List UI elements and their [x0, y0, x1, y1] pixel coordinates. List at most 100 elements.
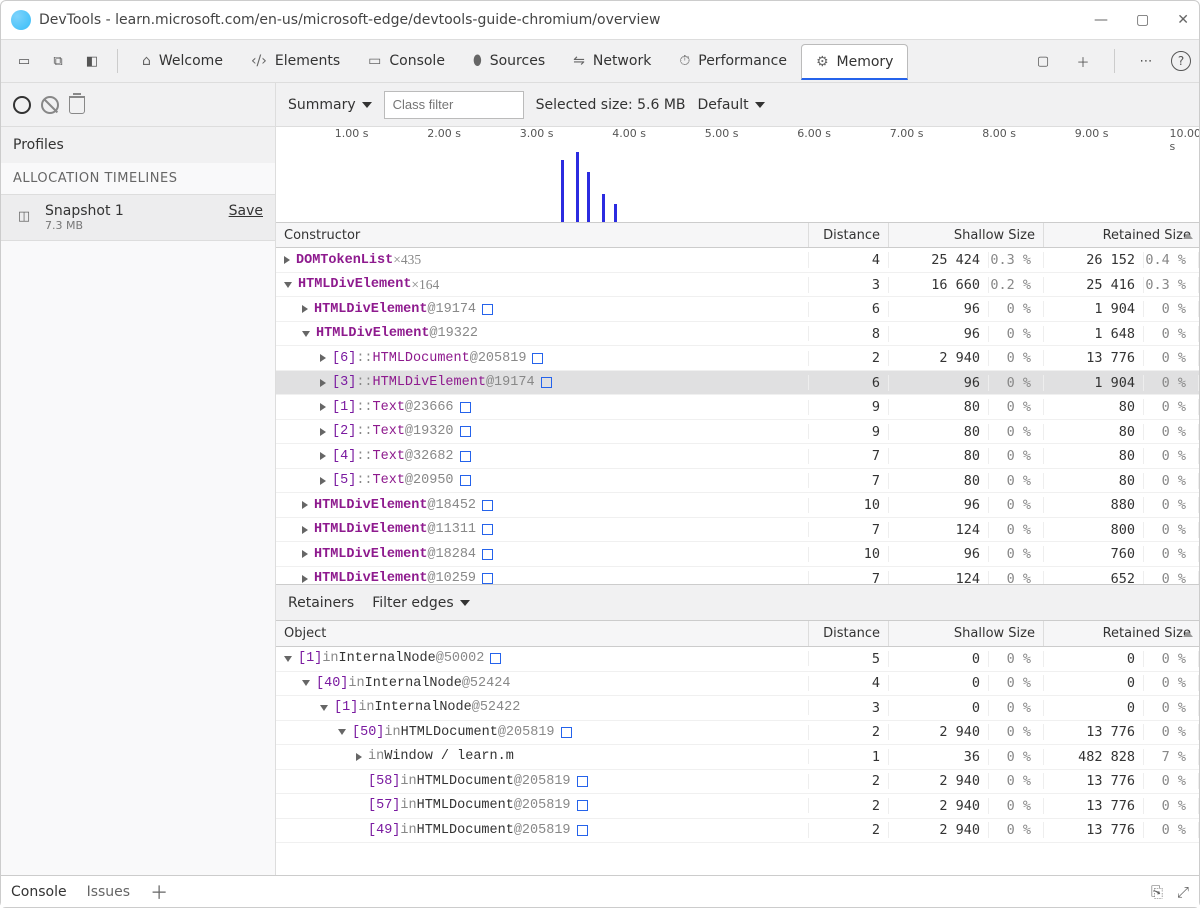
snapshot-item[interactable]: ◫ Snapshot 1 7.3 MB Save: [1, 194, 275, 241]
record-icon[interactable]: [13, 96, 31, 114]
tab-console[interactable]: Console: [11, 884, 67, 900]
tab-sources[interactable]: ⬮Sources: [459, 43, 559, 79]
cell: 2: [809, 350, 889, 366]
expand-toggle-icon[interactable]: [284, 256, 290, 264]
expand-toggle-icon[interactable]: [356, 753, 362, 761]
element-badge-icon[interactable]: [561, 727, 572, 738]
col-retained[interactable]: Retained Size: [1044, 223, 1199, 247]
table-row[interactable]: HTMLDivElement @1025971240 %6520 %: [276, 567, 1199, 584]
element-badge-icon[interactable]: [490, 653, 501, 664]
expand-toggle-icon[interactable]: [320, 379, 326, 387]
help-icon[interactable]: ?: [1171, 51, 1191, 71]
col-distance[interactable]: Distance: [809, 223, 889, 247]
table-row[interactable]: [6] :: HTMLDocument @20581922 9400 %13 7…: [276, 346, 1199, 371]
table-row[interactable]: HTMLDivElement ×164316 6600.2 %25 4160.3…: [276, 273, 1199, 298]
tab-welcome[interactable]: ⌂Welcome: [128, 43, 237, 79]
expand-toggle-icon[interactable]: [302, 331, 310, 337]
trash-icon[interactable]: [69, 96, 85, 114]
table-row[interactable]: [1] in InternalNode @52422300 %00 %: [276, 696, 1199, 721]
plus-icon[interactable]: ＋: [150, 879, 168, 905]
expand-toggle-icon[interactable]: [320, 477, 326, 485]
table-row[interactable]: [50] in HTMLDocument @20581922 9400 %13 …: [276, 721, 1199, 746]
expand-toggle-icon[interactable]: [320, 705, 328, 711]
allocation-timeline[interactable]: 1.00 s2.00 s3.00 s4.00 s5.00 s6.00 s7.00…: [276, 127, 1199, 223]
expand-toggle-icon[interactable]: [320, 354, 326, 362]
table-row[interactable]: HTMLDivElement @1828410960 %7600 %: [276, 542, 1199, 567]
element-badge-icon[interactable]: [541, 377, 552, 388]
table-row[interactable]: [3] :: HTMLDivElement @191746960 %1 9040…: [276, 371, 1199, 396]
element-badge-icon[interactable]: [460, 426, 471, 437]
expand-toggle-icon[interactable]: [302, 501, 308, 509]
tab-memory[interactable]: ⚙Memory: [801, 44, 909, 80]
tab-network[interactable]: ⇋Network: [559, 43, 665, 79]
cell: 0 %: [989, 651, 1044, 667]
table-row[interactable]: [2] :: Text @193209800 %800 %: [276, 420, 1199, 445]
element-badge-icon[interactable]: [482, 549, 493, 560]
element-badge-icon[interactable]: [482, 524, 493, 535]
inspect-icon[interactable]: ▭: [9, 46, 39, 76]
table-row[interactable]: [58] in HTMLDocument @20581922 9400 %13 …: [276, 770, 1199, 795]
table-row[interactable]: HTMLDivElement @191746960 %1 9040 %: [276, 297, 1199, 322]
tab-elements[interactable]: ‹/›Elements: [237, 43, 354, 79]
tab-console[interactable]: ▭Console: [354, 43, 459, 79]
table-row[interactable]: [1] in InternalNode @50002500 %00 %: [276, 647, 1199, 672]
expand-toggle-icon[interactable]: [302, 575, 308, 583]
minimize-icon[interactable]: —: [1094, 12, 1108, 28]
element-badge-icon[interactable]: [482, 500, 493, 511]
table-row[interactable]: [1] :: Text @236669800 %800 %: [276, 395, 1199, 420]
new-tab-icon[interactable]: ▢: [1028, 46, 1058, 76]
summary-dropdown[interactable]: Summary: [288, 97, 372, 113]
device-toggle-icon[interactable]: ⧉: [43, 46, 73, 76]
element-badge-icon[interactable]: [577, 825, 588, 836]
tab-performance[interactable]: ⏱Performance: [665, 43, 801, 79]
table-row[interactable]: [40] in InternalNode @52424400 %00 %: [276, 672, 1199, 697]
table-row[interactable]: HTMLDivElement @1845210960 %8800 %: [276, 493, 1199, 518]
filter-edges-dropdown[interactable]: Filter edges: [372, 595, 469, 611]
more-icon[interactable]: ⋯: [1131, 46, 1161, 76]
table-row[interactable]: DOMTokenList ×435425 4240.3 %26 1520.4 %: [276, 248, 1199, 273]
expand-toggle-icon[interactable]: [320, 428, 326, 436]
element-badge-icon[interactable]: [577, 800, 588, 811]
allocation-bar: [576, 152, 579, 222]
snippet-icon[interactable]: ⎘: [1151, 883, 1163, 901]
plus-icon[interactable]: ＋: [1068, 46, 1098, 76]
element-badge-icon[interactable]: [577, 776, 588, 787]
element-badge-icon[interactable]: [482, 304, 493, 315]
table-row[interactable]: [57] in HTMLDocument @20581922 9400 %13 …: [276, 794, 1199, 819]
default-dropdown[interactable]: Default: [698, 97, 765, 113]
table-row[interactable]: [4] :: Text @326827800 %800 %: [276, 444, 1199, 469]
col-shallow[interactable]: Shallow Size: [889, 621, 1044, 646]
expand-toggle-icon[interactable]: [338, 729, 346, 735]
element-badge-icon[interactable]: [460, 402, 471, 413]
expand-toggle-icon[interactable]: [302, 526, 308, 534]
col-shallow[interactable]: Shallow Size: [889, 223, 1044, 247]
col-retained[interactable]: Retained Size: [1044, 621, 1199, 646]
expand-toggle-icon[interactable]: [302, 305, 308, 313]
expand-toggle-icon[interactable]: [284, 282, 292, 288]
save-link[interactable]: Save: [229, 203, 263, 219]
clear-icon[interactable]: [41, 96, 59, 114]
col-distance[interactable]: Distance: [809, 621, 889, 646]
table-row[interactable]: [49] in HTMLDocument @20581922 9400 %13 …: [276, 819, 1199, 844]
table-row[interactable]: in Window / learn.m1360 %482 8287 %: [276, 745, 1199, 770]
expand-toggle-icon[interactable]: [320, 452, 326, 460]
table-row[interactable]: HTMLDivElement @193228960 %1 6480 %: [276, 322, 1199, 347]
element-badge-icon[interactable]: [460, 451, 471, 462]
element-badge-icon[interactable]: [482, 573, 493, 584]
tab-issues[interactable]: Issues: [87, 884, 131, 900]
dock-icon[interactable]: ◧: [77, 46, 107, 76]
col-constructor[interactable]: Constructor: [276, 223, 809, 247]
table-row[interactable]: HTMLDivElement @1131171240 %8000 %: [276, 518, 1199, 543]
expand-toggle-icon[interactable]: [320, 403, 326, 411]
class-filter-input[interactable]: [384, 91, 524, 119]
expand-toggle-icon[interactable]: [302, 550, 308, 558]
maximize-icon[interactable]: ▢: [1136, 12, 1149, 28]
expand-toggle-icon[interactable]: [302, 680, 310, 686]
table-row[interactable]: [5] :: Text @209507800 %800 %: [276, 469, 1199, 494]
col-object[interactable]: Object: [276, 621, 809, 646]
element-badge-icon[interactable]: [460, 475, 471, 486]
expand-icon[interactable]: ⤢: [1177, 883, 1189, 901]
close-icon[interactable]: ✕: [1177, 12, 1189, 28]
expand-toggle-icon[interactable]: [284, 656, 292, 662]
element-badge-icon[interactable]: [532, 353, 543, 364]
